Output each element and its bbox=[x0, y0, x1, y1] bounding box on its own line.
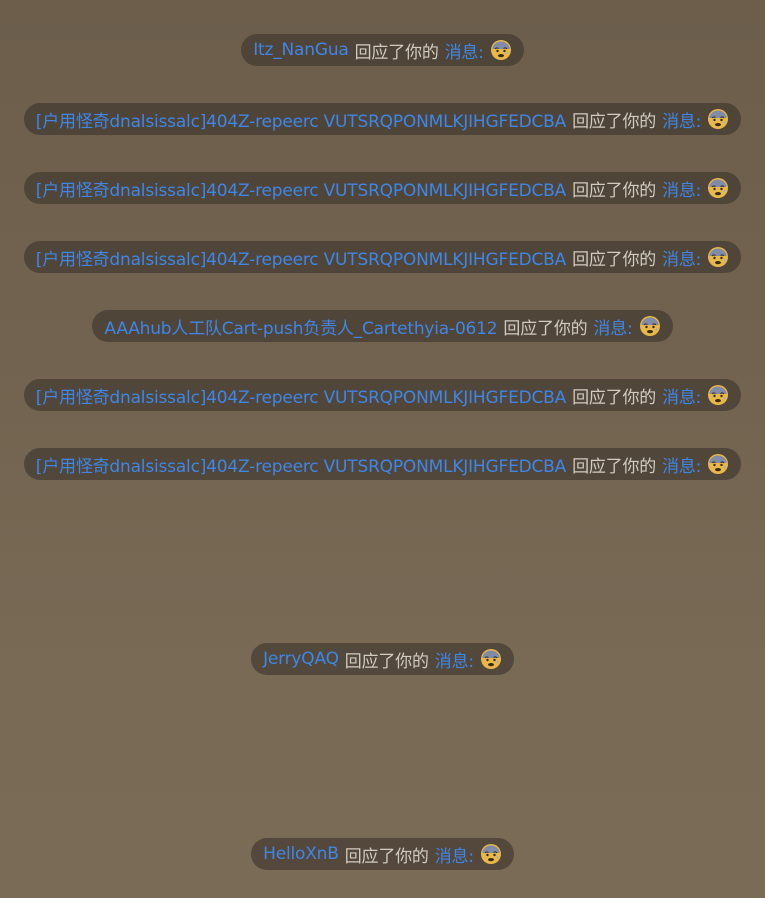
action-text: 回应了你的 bbox=[344, 846, 429, 867]
message-link[interactable]: 消息: bbox=[445, 38, 484, 63]
notification-row: [户用怪奇dnalsissalc]404Z-repeerc VUTSRQPONM… bbox=[0, 379, 765, 411]
message-link[interactable]: 消息: bbox=[662, 107, 701, 132]
notification-pill: Itz_NanGua 回应了你的 消息: bbox=[241, 34, 524, 66]
message-link[interactable]: 消息: bbox=[435, 647, 474, 672]
anxious-face-icon bbox=[708, 109, 729, 129]
username-link[interactable]: [户用怪奇dnalsissalc]404Z-repeerc VUTSRQPONM… bbox=[36, 245, 566, 270]
action-text: 回应了你的 bbox=[572, 249, 657, 270]
action-text: 回应了你的 bbox=[572, 180, 657, 201]
message-link[interactable]: 消息: bbox=[435, 842, 474, 867]
anxious-face-icon bbox=[708, 385, 729, 405]
notification-row: [户用怪奇dnalsissalc]404Z-repeerc VUTSRQPONM… bbox=[0, 448, 765, 480]
notification-row: [户用怪奇dnalsissalc]404Z-repeerc VUTSRQPONM… bbox=[0, 103, 765, 135]
anxious-face-icon bbox=[639, 316, 660, 336]
notification-row: [户用怪奇dnalsissalc]404Z-repeerc VUTSRQPONM… bbox=[0, 241, 765, 273]
anxious-face-icon bbox=[708, 178, 729, 198]
username-link[interactable]: AAAhub人工队Cart-push负责人_Cartethyia-0612 bbox=[104, 314, 497, 339]
message-link[interactable]: 消息: bbox=[662, 383, 701, 408]
action-text: 回应了你的 bbox=[344, 651, 429, 672]
notification-pill: [户用怪奇dnalsissalc]404Z-repeerc VUTSRQPONM… bbox=[23, 103, 742, 135]
action-text: 回应了你的 bbox=[572, 456, 657, 477]
notification-pill: [户用怪奇dnalsissalc]404Z-repeerc VUTSRQPONM… bbox=[23, 172, 742, 204]
username-link[interactable]: Itz_NanGua bbox=[253, 40, 349, 60]
notification-pill: AAAhub人工队Cart-push负责人_Cartethyia-0612 回应… bbox=[92, 310, 673, 342]
notification-row: Itz_NanGua 回应了你的 消息: bbox=[0, 34, 765, 66]
message-link[interactable]: 消息: bbox=[662, 176, 701, 201]
username-link[interactable]: [户用怪奇dnalsissalc]404Z-repeerc VUTSRQPONM… bbox=[36, 383, 566, 408]
anxious-face-icon bbox=[480, 844, 501, 864]
notification-pill: HelloXnB 回应了你的 消息: bbox=[251, 838, 514, 870]
username-link[interactable]: [户用怪奇dnalsissalc]404Z-repeerc VUTSRQPONM… bbox=[36, 107, 566, 132]
notification-row: HelloXnB 回应了你的 消息: bbox=[0, 838, 765, 870]
message-link[interactable]: 消息: bbox=[662, 452, 701, 477]
notification-pill: [户用怪奇dnalsissalc]404Z-repeerc VUTSRQPONM… bbox=[23, 379, 742, 411]
action-text: 回应了你的 bbox=[354, 42, 439, 63]
notification-row: JerryQAQ 回应了你的 消息: bbox=[0, 643, 765, 675]
anxious-face-icon bbox=[708, 454, 729, 474]
notification-pill: JerryQAQ 回应了你的 消息: bbox=[251, 643, 514, 675]
action-text: 回应了你的 bbox=[503, 318, 588, 339]
anxious-face-icon bbox=[480, 649, 501, 669]
username-link[interactable]: JerryQAQ bbox=[263, 649, 339, 669]
anxious-face-icon bbox=[708, 247, 729, 267]
action-text: 回应了你的 bbox=[572, 111, 657, 132]
message-link[interactable]: 消息: bbox=[662, 245, 701, 270]
username-link[interactable]: [户用怪奇dnalsissalc]404Z-repeerc VUTSRQPONM… bbox=[36, 176, 566, 201]
notification-row: AAAhub人工队Cart-push负责人_Cartethyia-0612 回应… bbox=[0, 310, 765, 342]
action-text: 回应了你的 bbox=[572, 387, 657, 408]
username-link[interactable]: HelloXnB bbox=[263, 844, 339, 864]
username-link[interactable]: [户用怪奇dnalsissalc]404Z-repeerc VUTSRQPONM… bbox=[36, 452, 566, 477]
anxious-face-icon bbox=[490, 40, 511, 60]
notification-pill: [户用怪奇dnalsissalc]404Z-repeerc VUTSRQPONM… bbox=[23, 241, 742, 273]
notification-pill: [户用怪奇dnalsissalc]404Z-repeerc VUTSRQPONM… bbox=[23, 448, 742, 480]
message-link[interactable]: 消息: bbox=[593, 314, 632, 339]
notification-row: [户用怪奇dnalsissalc]404Z-repeerc VUTSRQPONM… bbox=[0, 172, 765, 204]
